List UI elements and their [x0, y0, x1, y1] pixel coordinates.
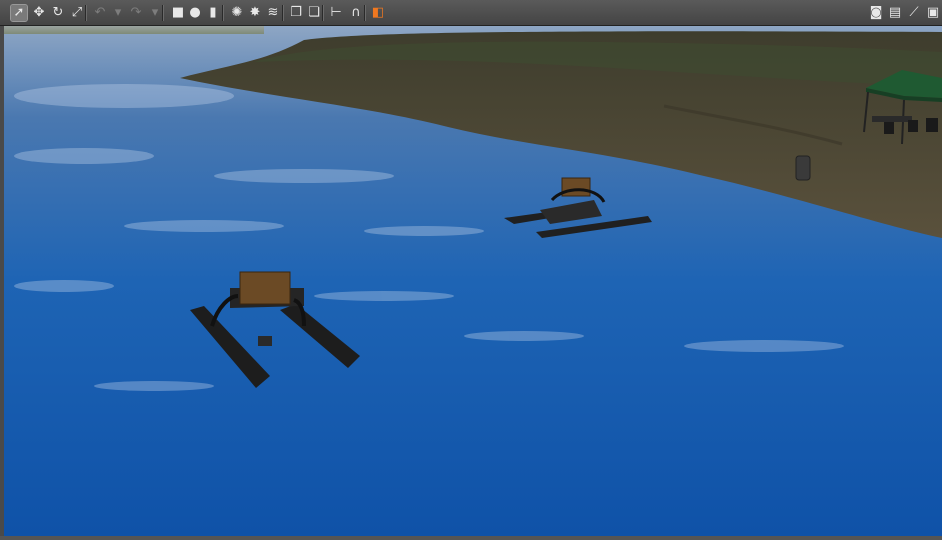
paste-icon[interactable]: ❏ — [306, 5, 322, 21]
main-toolbar: ➚ ✥ ↻ ⤢ ↶ ▾ ↷ ▾ ■ ● ▮ ✺ ✸ ≋ ❐ ❏ ⊢ ∩ ◧ ◙ ▤ ⟋ ▣ — [0, 0, 942, 26]
bottom-status-bar — [0, 536, 942, 540]
translate-mode-icon[interactable]: ✥ — [31, 5, 47, 21]
toolbar-separator — [222, 5, 224, 21]
barrel — [795, 155, 811, 181]
redo-dropdown-icon[interactable]: ▾ — [147, 5, 163, 21]
undo-dropdown-icon[interactable]: ▾ — [110, 5, 126, 21]
3d-scene-viewport[interactable] — [4, 26, 942, 536]
sphere-shape-icon[interactable]: ● — [187, 5, 203, 21]
point-light-icon[interactable]: ✺ — [229, 5, 245, 21]
screenshot-icon[interactable]: ◙ — [868, 5, 884, 21]
toolbar-separator — [364, 5, 366, 21]
toolbar-separator — [322, 5, 324, 21]
snap-icon[interactable]: ∩ — [348, 5, 364, 21]
copy-icon[interactable]: ❐ — [288, 5, 304, 21]
toolbar-separator — [162, 5, 164, 21]
scene-render — [4, 26, 942, 536]
redo-icon[interactable]: ↷ — [128, 5, 144, 21]
rotate-mode-icon[interactable]: ↻ — [50, 5, 66, 21]
log-icon[interactable]: ▤ — [887, 5, 903, 21]
toolbar-separator — [85, 5, 87, 21]
scale-mode-icon[interactable]: ⤢ — [69, 5, 85, 21]
toolbar-separator — [282, 5, 284, 21]
cylinder-shape-icon[interactable]: ▮ — [205, 5, 221, 21]
directional-light-icon[interactable]: ≋ — [265, 5, 281, 21]
align-icon[interactable]: ⊢ — [328, 5, 344, 21]
undo-icon[interactable]: ↶ — [92, 5, 108, 21]
spot-light-icon[interactable]: ✸ — [247, 5, 263, 21]
record-video-icon[interactable]: ▣ — [925, 5, 941, 21]
select-mode-icon[interactable]: ➚ — [10, 4, 28, 22]
horizon-strip — [4, 26, 264, 34]
change-view-icon[interactable]: ◧ — [370, 5, 386, 21]
plot-icon[interactable]: ⟋ — [906, 5, 922, 21]
box-shape-icon[interactable]: ■ — [170, 5, 186, 21]
